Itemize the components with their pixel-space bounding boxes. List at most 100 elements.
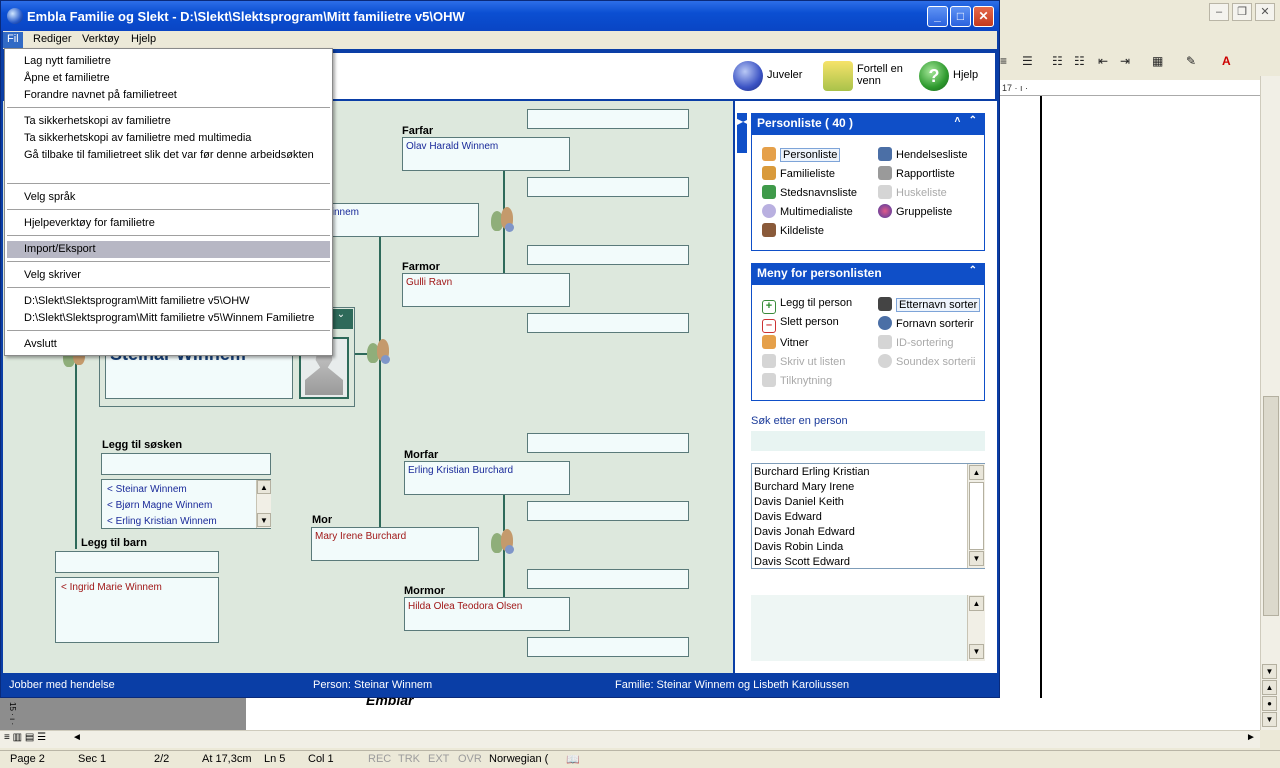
sort-firstname-button[interactable]: Fornavn sorterir — [878, 316, 974, 330]
menu-rename-tree[interactable]: Forandre navnet på familietreet — [5, 87, 332, 104]
add-sibling-input[interactable] — [101, 453, 271, 475]
menu-help-tools[interactable]: Hjelpeverktøy for familietre — [5, 215, 332, 232]
sibling-item[interactable]: < Steinar Winnem — [107, 482, 217, 498]
view-buttons-icon[interactable]: ≡ ▥ ▤ ☰ — [4, 732, 46, 743]
mormor-mother-input[interactable] — [527, 637, 689, 657]
menu-new-tree[interactable]: Lag nytt familietre — [5, 53, 332, 70]
person-notes-area[interactable]: ▲ ▼ — [751, 595, 985, 661]
menu-language[interactable]: Velg språk — [5, 189, 332, 206]
prev-page-icon[interactable]: ▲ — [1262, 680, 1277, 695]
menu-verktoy[interactable]: Verktøy — [78, 33, 123, 45]
person-list-item[interactable]: Davis Robin Linda — [754, 540, 870, 555]
menu-printer[interactable]: Velg skriver — [5, 267, 332, 284]
menu-recent-2[interactable]: D:\Slekt\Slektsprogram\Mitt familietre v… — [5, 310, 332, 327]
menu-backup-multimedia[interactable]: Ta sikkerhetskopi av familietre med mult… — [5, 130, 332, 147]
scroll-down-icon[interactable]: ▼ — [969, 551, 984, 566]
font-color-icon[interactable]: A — [1222, 54, 1231, 68]
person-list[interactable]: Burchard Erling Kristian Burchard Mary I… — [751, 463, 985, 569]
increase-indent-icon[interactable]: ⇥ — [1120, 54, 1130, 68]
add-child-input[interactable] — [55, 551, 219, 573]
add-person-button[interactable]: + Legg til person — [762, 297, 852, 314]
sort-soundex-button[interactable]: Soundex sorterii — [878, 354, 976, 368]
morfar-box[interactable]: Erling Kristian Burchard — [404, 461, 570, 495]
borders-icon[interactable]: ▦ — [1152, 54, 1163, 68]
person-list-item[interactable]: Davis Daniel Keith — [754, 495, 870, 510]
sibling-item[interactable]: < Bjørn Magne Winnem — [107, 498, 217, 514]
print-list-button[interactable]: Skriv ut listen — [762, 354, 845, 368]
personlist-header[interactable]: Personliste ( 40 ) ˄ ⌃ — [751, 113, 985, 135]
scroll-up-icon[interactable]: ▲ — [969, 596, 984, 611]
person-list-scrollbar[interactable]: ▲ ▼ — [967, 464, 985, 568]
status-ovr[interactable]: OVR — [458, 753, 482, 765]
morfar-mother-input[interactable] — [527, 501, 689, 521]
children-list[interactable]: < Ingrid Marie Winnem — [55, 577, 219, 643]
word-horizontal-scrollbar[interactable]: ≡ ▥ ▤ ☰ ◄ ► — [0, 730, 1260, 748]
link-button[interactable]: Tilknytning — [762, 373, 832, 387]
scroll-left-icon[interactable]: ◄ — [72, 732, 82, 743]
menu-import-export[interactable]: Import/Eksport — [7, 241, 330, 258]
menu-recent-1[interactable]: D:\Slekt\Slektsprogram\Mitt familietre v… — [5, 293, 332, 310]
parents-couple-icon[interactable] — [365, 337, 391, 365]
stedsnavnsliste-link[interactable]: Stedsnavnsliste — [762, 185, 857, 199]
mormor-father-input[interactable] — [527, 569, 689, 589]
browse-object-icon[interactable]: ● — [1262, 696, 1277, 711]
couple-icon[interactable] — [489, 205, 515, 233]
mormor-box[interactable]: Hilda Olea Teodora Olsen — [404, 597, 570, 631]
word-vertical-scrollbar[interactable]: ▼ ▲ ● ▼ — [1260, 76, 1280, 730]
witnesses-button[interactable]: Vitner — [762, 335, 809, 349]
morfar-father-input[interactable] — [527, 433, 689, 453]
line-spacing-icon[interactable]: ☰ — [1022, 54, 1033, 68]
minimize-button[interactable]: _ — [927, 6, 948, 27]
hendelsesliste-link[interactable]: Hendelsesliste — [878, 147, 968, 161]
rapportliste-link[interactable]: Rapportliste — [878, 166, 955, 180]
person-list-item[interactable]: Davis Edward — [754, 510, 870, 525]
collapse-panel-icon[interactable]: ▶◀ — [737, 113, 749, 153]
close-button[interactable]: ✕ — [973, 6, 994, 27]
maximize-button[interactable]: □ — [950, 6, 971, 27]
person-menu-header[interactable]: Meny for personlisten ⌃ — [751, 263, 985, 285]
scroll-down-arrow-icon[interactable]: ▼ — [1262, 664, 1277, 679]
delete-person-button[interactable]: – Slett person — [762, 316, 839, 333]
word-scroll-thumb[interactable] — [1263, 396, 1279, 616]
farfar-father-input[interactable] — [527, 109, 689, 129]
scroll-down-icon[interactable]: ▼ — [257, 513, 271, 527]
menu-open-tree[interactable]: Åpne et familietre — [5, 70, 332, 87]
scroll-right-icon[interactable]: ► — [1246, 732, 1256, 743]
word-restore-button[interactable]: ❐ — [1232, 3, 1252, 21]
scroll-up-icon[interactable]: ▲ — [969, 465, 984, 480]
sort-id-button[interactable]: ID-sortering — [878, 335, 953, 349]
status-ext[interactable]: EXT — [428, 753, 449, 765]
menu-exit[interactable]: Avslutt — [5, 336, 332, 353]
menu-backup[interactable]: Ta sikkerhetskopi av familietre — [5, 113, 332, 130]
align-justify-icon[interactable]: ≡ — [1000, 54, 1007, 68]
sibling-item[interactable]: < Erling Kristian Winnem — [107, 514, 217, 530]
search-input[interactable] — [751, 431, 985, 451]
spelling-book-icon[interactable]: 📖 — [566, 753, 580, 766]
child-item[interactable]: < Ingrid Marie Winnem — [61, 580, 162, 596]
numbering-icon[interactable]: ☷ — [1052, 54, 1063, 68]
familieliste-link[interactable]: Familieliste — [762, 166, 835, 180]
farfar-box[interactable]: Olav Harald Winnem — [402, 137, 570, 171]
next-page-icon[interactable]: ▼ — [1262, 712, 1277, 727]
scroll-thumb[interactable] — [969, 482, 984, 550]
kildeliste-link[interactable]: Kildeliste — [762, 223, 824, 237]
farmor-box[interactable]: Gulli Ravn — [402, 273, 570, 307]
person-list-item[interactable]: Burchard Erling Kristian — [754, 465, 870, 480]
collapse-up-icon[interactable]: ⌃ — [969, 265, 977, 276]
gruppeliste-link[interactable]: Gruppeliste — [878, 204, 952, 218]
siblings-scrollbar[interactable]: ▲ ▼ — [256, 480, 271, 528]
collapse-up-icon[interactable]: ˄ ⌃ — [954, 115, 977, 126]
word-document-page-lower[interactable]: Emblar — [246, 692, 1260, 730]
bullets-icon[interactable]: ☷ — [1074, 54, 1085, 68]
person-list-item[interactable]: Davis Scott Edward — [754, 555, 870, 570]
scroll-up-icon[interactable]: ▲ — [257, 480, 271, 494]
farfar-mother-input[interactable] — [527, 177, 689, 197]
huskeliste-link[interactable]: Huskeliste — [878, 185, 947, 199]
status-rec[interactable]: REC — [368, 753, 391, 765]
scroll-down-icon[interactable]: ▼ — [969, 644, 984, 659]
decrease-indent-icon[interactable]: ⇤ — [1098, 54, 1108, 68]
maternal-couple-icon[interactable] — [489, 527, 515, 555]
status-trk[interactable]: TRK — [398, 753, 420, 765]
personliste-link[interactable]: Personliste — [762, 147, 841, 162]
menu-revert[interactable]: Gå tilbake til familietreet slik det var… — [5, 147, 332, 164]
